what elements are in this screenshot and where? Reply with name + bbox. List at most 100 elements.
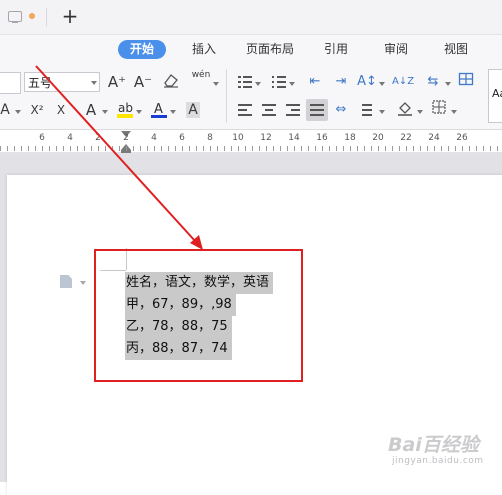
text-effect-button[interactable]: A xyxy=(80,99,102,121)
increase-indent-button[interactable]: ⇥ xyxy=(330,71,352,93)
font-color-button[interactable]: A xyxy=(148,99,170,121)
ruler-number: 8 xyxy=(207,133,213,143)
chevron-down-icon[interactable] xyxy=(379,110,385,114)
ruler-tick xyxy=(56,146,57,151)
numbering-button[interactable] xyxy=(268,71,290,93)
chevron-down-icon[interactable] xyxy=(15,110,21,114)
tab-page-layout[interactable]: 页面布局 xyxy=(246,40,294,59)
tab-references[interactable]: 引用 xyxy=(324,40,348,59)
chevron-down-icon[interactable] xyxy=(91,81,97,85)
styles-gallery[interactable]: Aa xyxy=(488,69,502,123)
tab-home[interactable]: 开始 xyxy=(118,40,167,59)
phonetic-guide-button[interactable]: wén xyxy=(190,69,212,91)
chevron-down-icon[interactable] xyxy=(445,82,451,86)
tab-view[interactable]: 视图 xyxy=(444,40,468,59)
ruler-tick xyxy=(392,146,393,151)
bullets-button[interactable] xyxy=(234,71,256,93)
chevron-down-icon[interactable] xyxy=(417,110,423,114)
distributed-align-button[interactable]: ⇔ xyxy=(330,99,352,121)
ruler-tick xyxy=(266,146,267,151)
ruler-tick xyxy=(126,146,127,151)
ruler-number: 26 xyxy=(456,133,468,143)
chevron-down-icon[interactable] xyxy=(80,281,86,285)
align-center-button[interactable] xyxy=(258,99,280,121)
grow-font-button[interactable]: A⁺ xyxy=(106,71,128,93)
tab-insert[interactable]: 插入 xyxy=(192,40,216,59)
ruler-tick xyxy=(308,146,309,151)
ruler-tick xyxy=(35,146,36,151)
ruler-number: 6 xyxy=(39,133,45,143)
font-effects-button[interactable]: A xyxy=(0,99,16,121)
font-color-icon: A xyxy=(151,102,167,118)
character-shading-button[interactable]: A xyxy=(182,99,204,121)
chevron-down-icon[interactable] xyxy=(451,110,457,114)
align-left-button[interactable] xyxy=(234,99,256,121)
ruler-tick xyxy=(42,146,43,151)
chevron-down-icon[interactable] xyxy=(255,82,261,86)
ruler-tick xyxy=(245,146,246,151)
ruler-number: 10 xyxy=(232,133,244,143)
chevron-down-icon[interactable] xyxy=(136,110,142,114)
text-direction-button[interactable]: A↕ xyxy=(356,71,378,93)
horizontal-ruler[interactable]: 6 4 2 2 4 6 8 10 12 14 16 18 20 22 24 26 xyxy=(0,130,502,153)
monitor-icon[interactable] xyxy=(8,11,22,23)
chevron-down-icon[interactable] xyxy=(213,82,219,86)
numbered-list-icon xyxy=(272,76,286,88)
show-marks-button[interactable]: ⇆ xyxy=(422,71,444,93)
ruler-number: 22 xyxy=(400,133,412,143)
watermark-logo-text: Bai百经验 xyxy=(388,434,479,456)
ruler-tick xyxy=(301,146,302,151)
ruler-tick xyxy=(238,146,239,151)
tab-review[interactable]: 审阅 xyxy=(384,40,408,59)
document-icon[interactable] xyxy=(60,275,72,288)
unsaved-dot-icon xyxy=(29,13,35,19)
align-left-icon xyxy=(238,104,252,116)
ruler-tick xyxy=(161,146,162,151)
align-center-icon xyxy=(262,104,276,116)
align-right-icon xyxy=(286,104,300,116)
ruler-tick xyxy=(448,146,449,151)
subscript-button[interactable]: X xyxy=(50,99,72,121)
borders-button[interactable] xyxy=(428,99,450,121)
clear-format-button[interactable] xyxy=(160,71,182,93)
svg-text:A: A xyxy=(154,102,163,117)
ruler-tick xyxy=(196,146,197,151)
superscript-button[interactable]: X² xyxy=(26,99,48,121)
chevron-down-icon[interactable] xyxy=(102,110,108,114)
highlight-button[interactable]: ab xyxy=(114,99,136,121)
ruler-tick xyxy=(21,146,22,151)
ruler-tick xyxy=(441,146,442,151)
ruler-tick xyxy=(49,146,50,151)
align-right-button[interactable] xyxy=(282,99,304,121)
ruler-tick xyxy=(476,146,477,151)
sort-button[interactable]: A↓Z xyxy=(392,71,414,93)
toolbar-divider xyxy=(226,69,227,123)
font-name-dropdown[interactable] xyxy=(0,72,21,94)
ruler-tick xyxy=(455,146,456,151)
shading-button[interactable] xyxy=(394,99,416,121)
ruler-tick xyxy=(406,146,407,151)
ruler-tick xyxy=(77,146,78,151)
tab-separator xyxy=(46,8,47,26)
font-size-dropdown[interactable]: 五号 xyxy=(24,72,100,92)
line-spacing-button[interactable] xyxy=(356,99,378,121)
ruler-tick xyxy=(84,146,85,151)
justify-button[interactable] xyxy=(306,99,328,121)
ruler-tick xyxy=(252,146,253,151)
table-borders-button[interactable] xyxy=(455,71,477,93)
chevron-down-icon[interactable] xyxy=(379,82,385,86)
ribbon-tabs: 开始 插入 页面布局 引用 审阅 视图 xyxy=(0,35,502,63)
ruler-tick xyxy=(315,146,316,151)
ruler-tick xyxy=(469,146,470,151)
new-tab-button[interactable]: + xyxy=(60,4,80,28)
chevron-down-icon[interactable] xyxy=(289,82,295,86)
ruler-tick xyxy=(182,146,183,151)
ruler-tick xyxy=(364,146,365,151)
ruler-tick xyxy=(133,146,134,151)
shrink-font-button[interactable]: A⁻ xyxy=(132,71,154,93)
chevron-down-icon[interactable] xyxy=(170,110,176,114)
style-preview-label: Aa xyxy=(492,87,502,100)
decrease-indent-button[interactable]: ⇤ xyxy=(304,71,326,93)
ruler-tick xyxy=(357,146,358,151)
ruler-tick xyxy=(140,146,141,151)
